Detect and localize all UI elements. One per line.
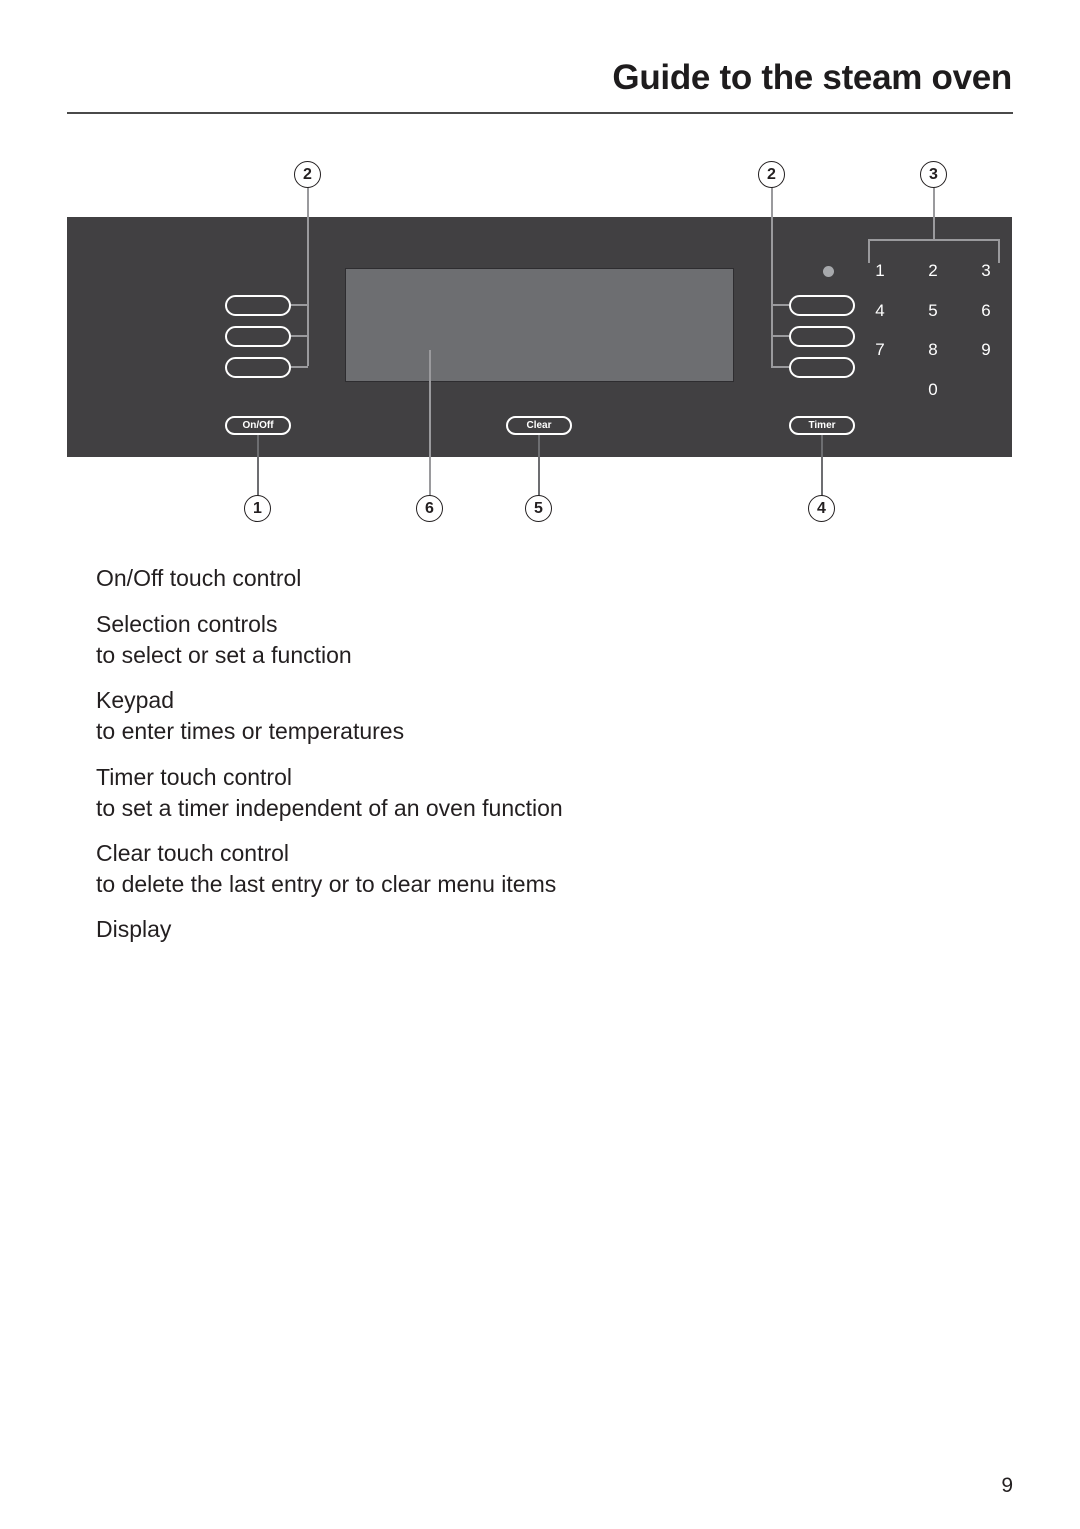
legend-item-selection: Selection controls to select or set a fu… — [96, 609, 352, 671]
legend-item-timer: Timer touch control to set a timer indep… — [96, 762, 563, 824]
legend-item-keypad: Keypad to enter times or temperatures — [96, 685, 404, 747]
selection-button-right-1[interactable] — [789, 295, 855, 316]
callout-clear: 5 — [525, 495, 552, 522]
callout-line-display — [429, 350, 431, 496]
callout-tick — [771, 335, 789, 337]
legend-title: Clear touch control — [96, 840, 290, 866]
clear-button[interactable]: Clear — [506, 416, 572, 435]
callout-tick — [771, 304, 789, 306]
keypad-key-4[interactable]: 4 — [865, 301, 895, 321]
callout-tick — [771, 366, 789, 368]
keypad-key-1[interactable]: 1 — [865, 261, 895, 281]
on-off-button[interactable]: On/Off — [225, 416, 291, 435]
selection-button-left-1[interactable] — [225, 295, 291, 316]
legend-title: Keypad — [96, 687, 175, 713]
callout-on-off: 1 — [244, 495, 271, 522]
page-title: Guide to the steam oven — [612, 58, 1012, 97]
legend-item-clear: Clear touch control to delete the last e… — [96, 838, 556, 900]
keypad-key-0[interactable]: 0 — [918, 380, 948, 400]
legend-description: to enter times or temperatures — [96, 718, 405, 744]
page-number: 9 — [1001, 1474, 1013, 1497]
keypad-key-2[interactable]: 2 — [918, 261, 948, 281]
callout-selection-right: 2 — [758, 161, 785, 188]
selection-button-right-3[interactable] — [789, 357, 855, 378]
keypad-key-9[interactable]: 9 — [971, 340, 1001, 360]
selection-button-left-2[interactable] — [225, 326, 291, 347]
keypad-key-8[interactable]: 8 — [918, 340, 948, 360]
callout-timer: 4 — [808, 495, 835, 522]
callout-keypad: 3 — [920, 161, 947, 188]
callout-line-timer — [821, 434, 823, 496]
legend-title: Display — [96, 916, 172, 942]
title-divider — [67, 112, 1013, 114]
callout-line-keypad — [933, 187, 935, 239]
timer-button[interactable]: Timer — [789, 416, 855, 435]
legend-title: Timer touch control — [96, 764, 292, 790]
keypad-key-5[interactable]: 5 — [918, 301, 948, 321]
indicator-light-icon — [823, 266, 834, 277]
keypad-key-3[interactable]: 3 — [971, 261, 1001, 281]
keypad-bracket-left — [868, 239, 870, 263]
display-screen — [345, 268, 734, 382]
callout-selection-left: 2 — [294, 161, 321, 188]
keypad-key-7[interactable]: 7 — [865, 340, 895, 360]
callout-line-selection-right — [771, 187, 773, 366]
keypad-bracket — [868, 239, 999, 241]
legend-item-display: Display — [96, 914, 171, 945]
legend-title: On/Off touch control — [96, 565, 302, 591]
selection-button-left-3[interactable] — [225, 357, 291, 378]
callout-tick — [290, 335, 308, 337]
keypad-key-6[interactable]: 6 — [971, 301, 1001, 321]
callout-tick — [290, 304, 308, 306]
legend-item-on-off: On/Off touch control — [96, 563, 301, 594]
callout-display: 6 — [416, 495, 443, 522]
legend-description: to delete the last entry or to clear men… — [96, 871, 557, 897]
legend-description: to select or set a function — [96, 642, 352, 668]
legend-description: to set a timer independent of an oven fu… — [96, 795, 563, 821]
keypad-bracket-right — [998, 239, 1000, 263]
callout-line-selection-left — [307, 187, 309, 366]
callout-line-on-off — [257, 434, 259, 496]
callout-line-clear — [538, 434, 540, 496]
callout-tick — [290, 366, 308, 368]
legend-title: Selection controls — [96, 611, 278, 637]
selection-button-right-2[interactable] — [789, 326, 855, 347]
